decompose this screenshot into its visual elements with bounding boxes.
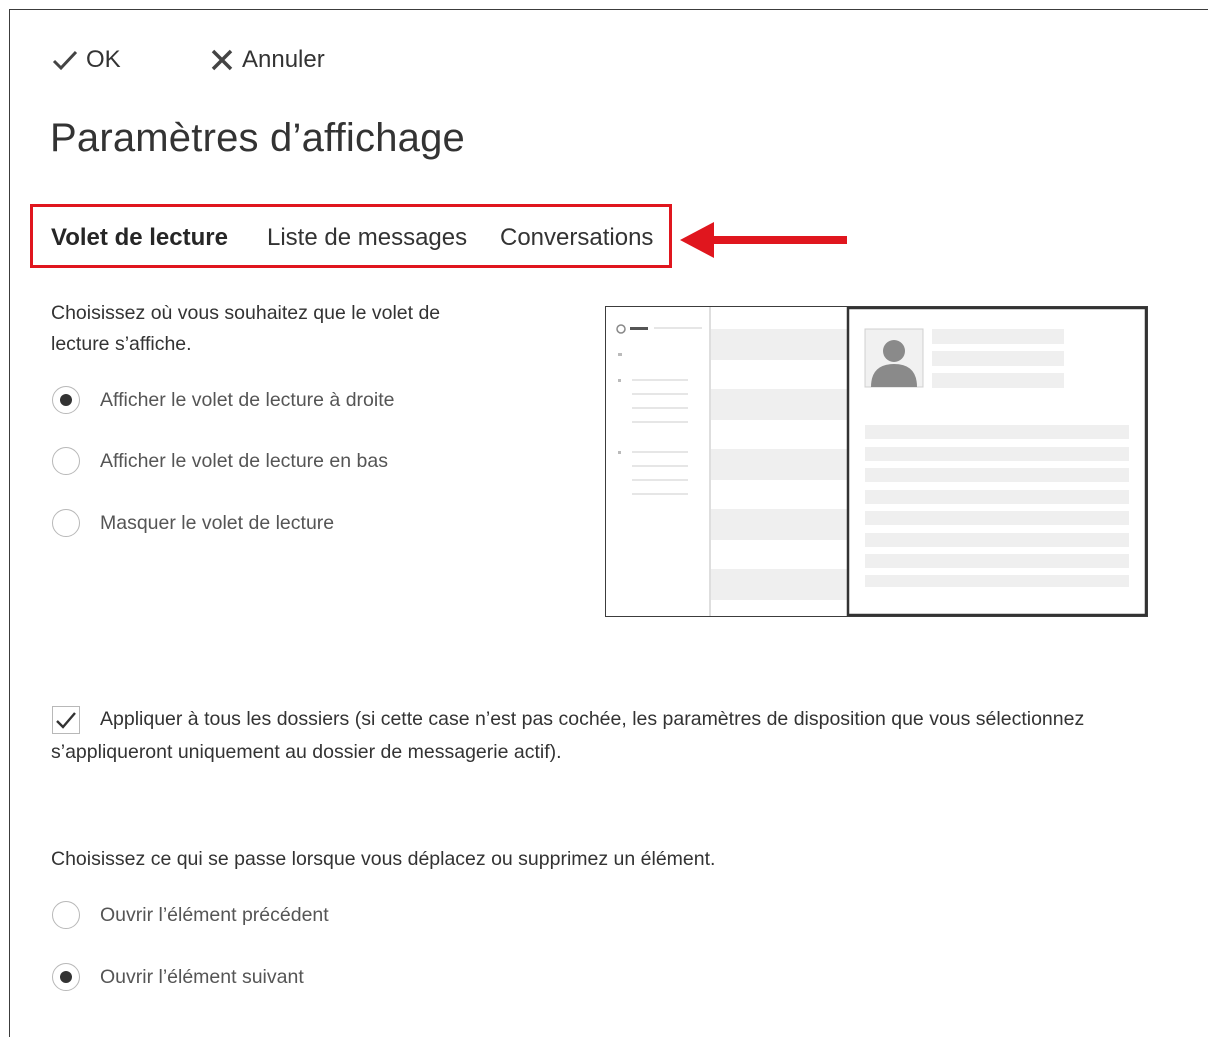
radio-reading-pane-right[interactable]: Afficher le volet de lecture à droite (52, 386, 394, 414)
move-delete-prompt: Choisissez ce qui se passe lorsque vous … (51, 848, 716, 870)
radio-open-previous[interactable]: Ouvrir l’élément précédent (52, 901, 329, 929)
radio-label: Ouvrir l’élément précédent (100, 903, 329, 926)
radio-label: Afficher le volet de lecture à droite (100, 388, 395, 411)
apply-all-label-line2: s’appliqueront uniquement au dossier de … (51, 741, 562, 763)
radio-button[interactable] (52, 386, 80, 414)
checkmark-icon (55, 710, 77, 730)
cancel-button[interactable]: Annuler (210, 46, 325, 74)
radio-label: Ouvrir l’élément suivant (100, 965, 304, 988)
close-icon (210, 48, 234, 72)
left-arrow-icon (680, 222, 850, 263)
ok-button[interactable]: OK (52, 46, 121, 74)
radio-button[interactable] (52, 963, 80, 991)
radio-open-next[interactable]: Ouvrir l’élément suivant (52, 963, 304, 991)
tab-reading-pane[interactable]: Volet de lecture (51, 224, 228, 252)
apply-all-label-line1: Appliquer à tous les dossiers (si cette … (100, 708, 1085, 730)
radio-button[interactable] (52, 901, 80, 929)
radio-button[interactable] (52, 447, 80, 475)
page-title: Paramètres d’affichage (50, 116, 466, 160)
layout-preview-illustration (616, 307, 1147, 616)
apply-all-checkbox[interactable] (52, 706, 80, 734)
reading-pane-prompt-line1: Choisissez où vous souhaitez que le vole… (51, 302, 441, 324)
radio-reading-pane-hide[interactable]: Masquer le volet de lecture (52, 509, 334, 537)
tab-conversations[interactable]: Conversations (500, 224, 653, 252)
reading-pane-prompt: Choisissez où vous souhaitez que le vole… (51, 298, 440, 360)
ok-label: OK (86, 46, 121, 73)
cancel-label: Annuler (242, 46, 325, 73)
checkmark-icon (52, 49, 78, 71)
layout-preview (605, 306, 1148, 617)
radio-label: Afficher le volet de lecture en bas (100, 449, 388, 472)
radio-label: Masquer le volet de lecture (100, 511, 335, 534)
radio-selected-dot (60, 394, 72, 406)
radio-button[interactable] (52, 509, 80, 537)
radio-reading-pane-bottom[interactable]: Afficher le volet de lecture en bas (52, 447, 388, 475)
radio-selected-dot (60, 971, 72, 983)
reading-pane-prompt-line2: lecture s’affiche. (51, 333, 192, 355)
tab-message-list[interactable]: Liste de messages (267, 224, 467, 252)
